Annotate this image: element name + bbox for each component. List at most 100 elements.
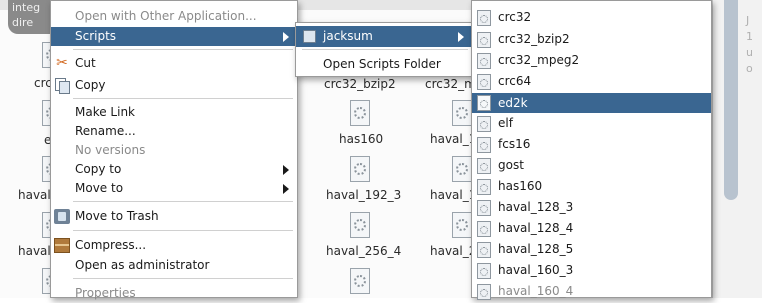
menu-item-label: crc64 bbox=[498, 74, 532, 88]
scrollbar[interactable] bbox=[724, 0, 738, 200]
menu-item-label: crc32_mpeg2 bbox=[498, 53, 580, 67]
menu-item-move-to-trash[interactable]: Move to Trash bbox=[51, 207, 297, 226]
menu-item-label: No versions bbox=[75, 143, 146, 157]
file-label: has160 bbox=[339, 132, 384, 146]
script-icon bbox=[477, 137, 491, 153]
context-menu: Open with Other Application... Scripts ✂… bbox=[50, 0, 298, 300]
script-icon bbox=[477, 179, 491, 195]
menu-separator bbox=[73, 201, 293, 202]
file-icon[interactable] bbox=[348, 100, 372, 128]
menu-item-label: Open Scripts Folder bbox=[323, 57, 441, 71]
menu-separator bbox=[73, 49, 293, 50]
menu-item-label: Properties bbox=[75, 286, 136, 300]
scripts-submenu: jacksum Open Scripts Folder bbox=[295, 22, 473, 77]
menu-item-cut[interactable]: ✂ Cut bbox=[51, 54, 297, 73]
file-label: haval_192_3 bbox=[326, 188, 402, 202]
menu-item-label: has160 bbox=[498, 179, 543, 193]
menu-item-open-scripts-folder[interactable]: Open Scripts Folder bbox=[296, 55, 472, 74]
side-pane-text: u bbox=[746, 46, 753, 59]
submenu-arrow-icon bbox=[283, 184, 289, 194]
menu-item-label: Move to bbox=[75, 181, 124, 195]
menu-item-haval-160-3[interactable]: haval_160_3 bbox=[472, 261, 711, 280]
menu-item-ed2k[interactable]: ed2k bbox=[472, 93, 711, 113]
menu-item-make-link[interactable]: Make Link bbox=[51, 103, 297, 122]
menu-item-compress[interactable]: Compress... bbox=[51, 236, 297, 255]
menu-item-copy-to[interactable]: Copy to bbox=[51, 160, 297, 179]
menu-item-jacksum[interactable]: jacksum bbox=[296, 26, 472, 47]
menu-item-open-with-other[interactable]: Open with Other Application... bbox=[51, 7, 297, 26]
menu-item-label: Open with Other Application... bbox=[75, 9, 257, 23]
jacksum-submenu: crc32 crc32_bzip2 crc32_mpeg2 crc64 ed2k… bbox=[471, 0, 712, 301]
scissors-icon: ✂ bbox=[56, 55, 68, 71]
script-icon bbox=[477, 263, 491, 279]
script-icon bbox=[477, 32, 491, 48]
folder-icon bbox=[303, 30, 316, 43]
menu-item-label: haval_160_3 bbox=[498, 263, 574, 277]
menu-item-label: Copy to bbox=[75, 162, 122, 176]
menu-item-open-as-admin[interactable]: Open as administrator bbox=[51, 256, 297, 275]
menu-item-label: fcs16 bbox=[498, 137, 531, 151]
file-icon[interactable] bbox=[348, 268, 372, 296]
menu-item-label: jacksum bbox=[323, 29, 373, 43]
menu-item-haval-160-4[interactable]: haval_160_4 bbox=[472, 282, 711, 301]
script-icon bbox=[477, 242, 491, 258]
script-icon bbox=[477, 221, 491, 237]
side-pane-text: 1 bbox=[746, 30, 753, 43]
menu-separator bbox=[302, 49, 468, 50]
menu-item-label: haval_128_3 bbox=[498, 200, 574, 214]
trash-icon bbox=[54, 209, 70, 224]
menu-separator bbox=[73, 278, 293, 279]
copy-icon bbox=[54, 78, 70, 94]
menu-item-label: haval_160_4 bbox=[498, 284, 574, 298]
menu-item-copy[interactable]: Copy bbox=[51, 76, 297, 95]
script-icon bbox=[477, 74, 491, 90]
menu-item-crc32-bzip2[interactable]: crc32_bzip2 bbox=[472, 30, 711, 49]
submenu-arrow-icon bbox=[283, 32, 289, 42]
menu-separator bbox=[73, 230, 293, 231]
menu-item-gost[interactable]: gost bbox=[472, 156, 711, 175]
menu-item-haval-128-3[interactable]: haval_128_3 bbox=[472, 198, 711, 217]
file-label: crc32_m bbox=[425, 77, 476, 91]
script-icon bbox=[477, 116, 491, 132]
menu-item-label: gost bbox=[498, 158, 524, 172]
menu-item-label: crc32 bbox=[498, 10, 532, 24]
file-label: haval_2 bbox=[430, 244, 477, 258]
menu-item-label: Cut bbox=[75, 56, 96, 70]
menu-item-has160[interactable]: has160 bbox=[472, 177, 711, 196]
menu-item-scripts[interactable]: Scripts bbox=[51, 27, 297, 46]
menu-item-label: haval_128_4 bbox=[498, 221, 574, 235]
menu-item-label: crc32_bzip2 bbox=[498, 32, 570, 46]
menu-item-no-versions: No versions bbox=[51, 141, 297, 160]
file-icon[interactable] bbox=[348, 156, 372, 184]
menu-item-label: Scripts bbox=[75, 29, 117, 43]
menu-item-haval-128-5[interactable]: haval_128_5 bbox=[472, 240, 711, 259]
file-label: haval_1 bbox=[430, 188, 477, 202]
menu-item-properties[interactable]: Properties bbox=[51, 284, 297, 303]
menu-item-label: Open as administrator bbox=[75, 258, 210, 272]
menu-item-crc64[interactable]: crc64 bbox=[472, 72, 711, 91]
archive-icon bbox=[54, 238, 70, 253]
menu-item-label: Move to Trash bbox=[75, 209, 159, 223]
menu-item-label: haval_128_5 bbox=[498, 242, 574, 256]
submenu-arrow-icon bbox=[283, 165, 289, 175]
file-label: haval_1 bbox=[430, 132, 477, 146]
file-label: haval_256_4 bbox=[326, 244, 402, 258]
menu-item-label: Copy bbox=[75, 78, 106, 92]
menu-item-crc32[interactable]: crc32 bbox=[472, 8, 711, 27]
submenu-arrow-icon bbox=[458, 32, 464, 42]
menu-item-label: ed2k bbox=[498, 96, 528, 110]
side-pane-text: J bbox=[746, 14, 750, 27]
script-icon bbox=[477, 95, 491, 111]
menu-item-rename[interactable]: Rename... bbox=[51, 122, 297, 141]
file-icon[interactable] bbox=[348, 212, 372, 240]
menu-item-label: elf bbox=[498, 116, 513, 130]
menu-item-haval-128-4[interactable]: haval_128_4 bbox=[472, 219, 711, 238]
menu-item-fcs16[interactable]: fcs16 bbox=[472, 135, 711, 154]
menu-item-elf[interactable]: elf bbox=[472, 114, 711, 133]
script-icon bbox=[477, 53, 491, 69]
menu-item-label: Compress... bbox=[75, 238, 147, 252]
menu-item-crc32-mpeg2[interactable]: crc32_mpeg2 bbox=[472, 51, 711, 70]
script-icon bbox=[477, 200, 491, 216]
menu-item-move-to[interactable]: Move to bbox=[51, 179, 297, 198]
menu-item-label: Rename... bbox=[75, 124, 136, 138]
